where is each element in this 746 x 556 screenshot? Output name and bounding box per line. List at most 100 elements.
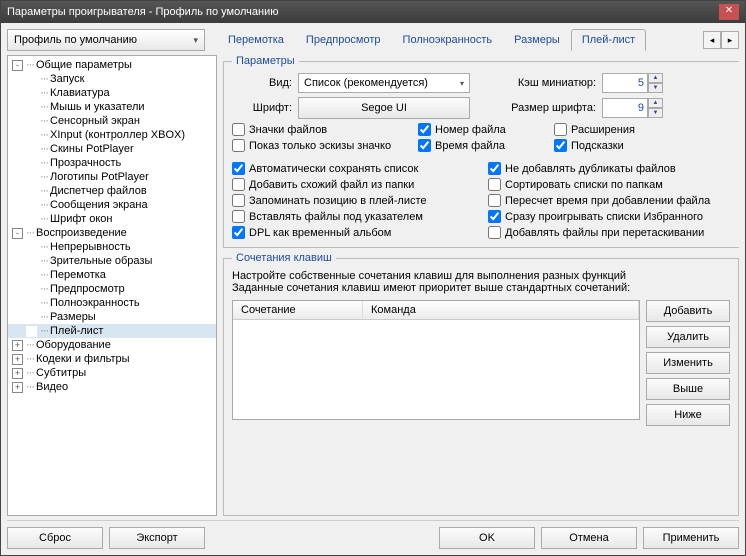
checkbox[interactable] xyxy=(418,139,431,152)
tree-item[interactable]: ···Плей-лист xyxy=(8,324,216,338)
Удалить-button[interactable]: Удалить xyxy=(646,326,730,348)
font-size-spin[interactable]: 9 ▲▼ xyxy=(602,98,648,118)
profile-select[interactable]: Профиль по умолчанию ▾ xyxy=(7,29,205,51)
apply-button[interactable]: Применить xyxy=(643,527,739,549)
expand-icon[interactable]: + xyxy=(12,354,23,365)
col-command[interactable]: Команда xyxy=(363,301,639,319)
expand-icon[interactable]: + xyxy=(12,340,23,351)
checkbox-option[interactable]: Время файла xyxy=(418,139,548,152)
checkbox-option[interactable]: Вставлять файлы под указателем xyxy=(232,210,482,223)
tree-item[interactable]: +···Видео xyxy=(8,380,216,394)
checkbox[interactable] xyxy=(232,210,245,223)
tree-item[interactable]: ···Размеры xyxy=(8,310,216,324)
tree-dash xyxy=(26,214,37,225)
checkbox-option[interactable]: Сортировать списки по папкам xyxy=(488,178,738,191)
checkbox-option[interactable]: DPL как временный альбом xyxy=(232,226,482,239)
checkbox[interactable] xyxy=(232,162,245,175)
checkbox-label: Вставлять файлы под указателем xyxy=(249,211,423,223)
collapse-icon[interactable]: - xyxy=(12,228,23,239)
spin-up-icon[interactable]: ▲ xyxy=(648,73,663,83)
tree-item[interactable]: ···Мышь и указатели xyxy=(8,100,216,114)
cancel-button[interactable]: Отмена xyxy=(541,527,637,549)
tree-item[interactable]: ···Предпросмотр xyxy=(8,282,216,296)
expand-icon[interactable]: + xyxy=(12,368,23,379)
close-icon[interactable]: ✕ xyxy=(719,4,739,20)
tab-rewind[interactable]: Перемотка xyxy=(217,29,295,51)
tree-item[interactable]: ···XInput (контроллер XBOX) xyxy=(8,128,216,142)
checkbox[interactable] xyxy=(232,226,245,239)
checkbox[interactable] xyxy=(554,139,567,152)
tree-item[interactable]: ···Диспетчер файлов xyxy=(8,184,216,198)
checkbox[interactable] xyxy=(418,123,431,136)
checkbox[interactable] xyxy=(232,178,245,191)
checkbox[interactable] xyxy=(488,194,501,207)
tree-label: Перемотка xyxy=(50,269,106,281)
checkbox-option[interactable]: Добавить схожий файл из папки xyxy=(232,178,482,191)
tree-item[interactable]: ···Прозрачность xyxy=(8,156,216,170)
tree-dash xyxy=(26,130,37,141)
checkbox-label: Подсказки xyxy=(571,140,624,152)
tree-item[interactable]: ···Клавиатура xyxy=(8,86,216,100)
checkbox[interactable] xyxy=(232,194,245,207)
thumb-cache-spin[interactable]: 5 ▲▼ xyxy=(602,73,648,93)
collapse-icon[interactable]: - xyxy=(12,60,23,71)
spin-down-icon[interactable]: ▼ xyxy=(648,83,663,93)
tree-item[interactable]: ···Перемотка xyxy=(8,268,216,282)
spin-down-icon[interactable]: ▼ xyxy=(648,108,663,118)
checkbox-option[interactable]: Номер файла xyxy=(418,123,548,136)
ok-button[interactable]: OK xyxy=(439,527,535,549)
category-tree[interactable]: -···Общие параметры···Запуск···Клавиатур… xyxy=(7,55,217,516)
tab-sizes[interactable]: Размеры xyxy=(503,29,571,51)
checkbox[interactable] xyxy=(488,162,501,175)
tree-item[interactable]: +···Кодеки и фильтры xyxy=(8,352,216,366)
tree-item[interactable]: +···Оборудование xyxy=(8,338,216,352)
checkbox[interactable] xyxy=(232,123,245,136)
tree-item[interactable]: ···Сенсорный экран xyxy=(8,114,216,128)
tree-item[interactable]: -···Общие параметры xyxy=(8,58,216,72)
Ниже-button[interactable]: Ниже xyxy=(646,404,730,426)
spin-up-icon[interactable]: ▲ xyxy=(648,98,663,108)
tree-item[interactable]: ···Шрифт окон xyxy=(8,212,216,226)
checkbox[interactable] xyxy=(488,226,501,239)
checkbox-option[interactable]: Подсказки xyxy=(554,139,724,152)
tree-label: Общие параметры xyxy=(36,59,132,71)
tab-fullscreen[interactable]: Полноэкранность xyxy=(392,29,504,51)
export-button[interactable]: Экспорт xyxy=(109,527,205,549)
tree-item[interactable]: ···Скины PotPlayer xyxy=(8,142,216,156)
checkbox-option[interactable]: Автоматически сохранять список xyxy=(232,162,482,175)
Добавить-button[interactable]: Добавить xyxy=(646,300,730,322)
tree-item[interactable]: ···Логотипы PotPlayer xyxy=(8,170,216,184)
checkbox[interactable] xyxy=(488,178,501,191)
checkbox-option[interactable]: Пересчет время при добавлении файла xyxy=(488,194,738,207)
checkbox-option[interactable]: Добавлять файлы при перетаскивании xyxy=(488,226,738,239)
tree-item[interactable]: -···Воспроизведение xyxy=(8,226,216,240)
tab-playlist[interactable]: Плей-лист xyxy=(571,29,646,51)
checkbox[interactable] xyxy=(488,210,501,223)
tab-preview[interactable]: Предпросмотр xyxy=(295,29,392,51)
checkbox-option[interactable]: Значки файлов xyxy=(232,123,412,136)
tree-item[interactable]: +···Субтитры xyxy=(8,366,216,380)
expand-icon[interactable]: + xyxy=(12,382,23,393)
tab-prev-button[interactable]: ◂ xyxy=(703,31,721,49)
tree-item[interactable]: ···Сообщения экрана xyxy=(8,198,216,212)
checkbox-option[interactable]: Запоминать позицию в плей-листе xyxy=(232,194,482,207)
checkbox-option[interactable]: Сразу проигрывать списки Избранного xyxy=(488,210,738,223)
checkbox-option[interactable]: Расширения xyxy=(554,123,724,136)
vid-combo[interactable]: Список (рекомендуется) ▾ xyxy=(298,73,470,93)
font-button[interactable]: Segoe UI xyxy=(298,97,470,119)
tree-item[interactable]: ···Непрерывность xyxy=(8,240,216,254)
checkbox-option[interactable]: Показ только эскизы значко xyxy=(232,139,412,152)
Выше-button[interactable]: Выше xyxy=(646,378,730,400)
checkbox[interactable] xyxy=(554,123,567,136)
tab-next-button[interactable]: ▸ xyxy=(721,31,739,49)
tree-item[interactable]: ···Запуск xyxy=(8,72,216,86)
col-combo[interactable]: Сочетание xyxy=(233,301,363,319)
checkbox[interactable] xyxy=(232,139,245,152)
Изменить-button[interactable]: Изменить xyxy=(646,352,730,374)
tree-item[interactable]: ···Полноэкранность xyxy=(8,296,216,310)
tree-item[interactable]: ···Зрительные образы xyxy=(8,254,216,268)
reset-button[interactable]: Сброс xyxy=(7,527,103,549)
tree-dash xyxy=(26,270,37,281)
shortcuts-table[interactable]: Сочетание Команда xyxy=(232,300,640,420)
checkbox-option[interactable]: Не добавлять дубликаты файлов xyxy=(488,162,738,175)
